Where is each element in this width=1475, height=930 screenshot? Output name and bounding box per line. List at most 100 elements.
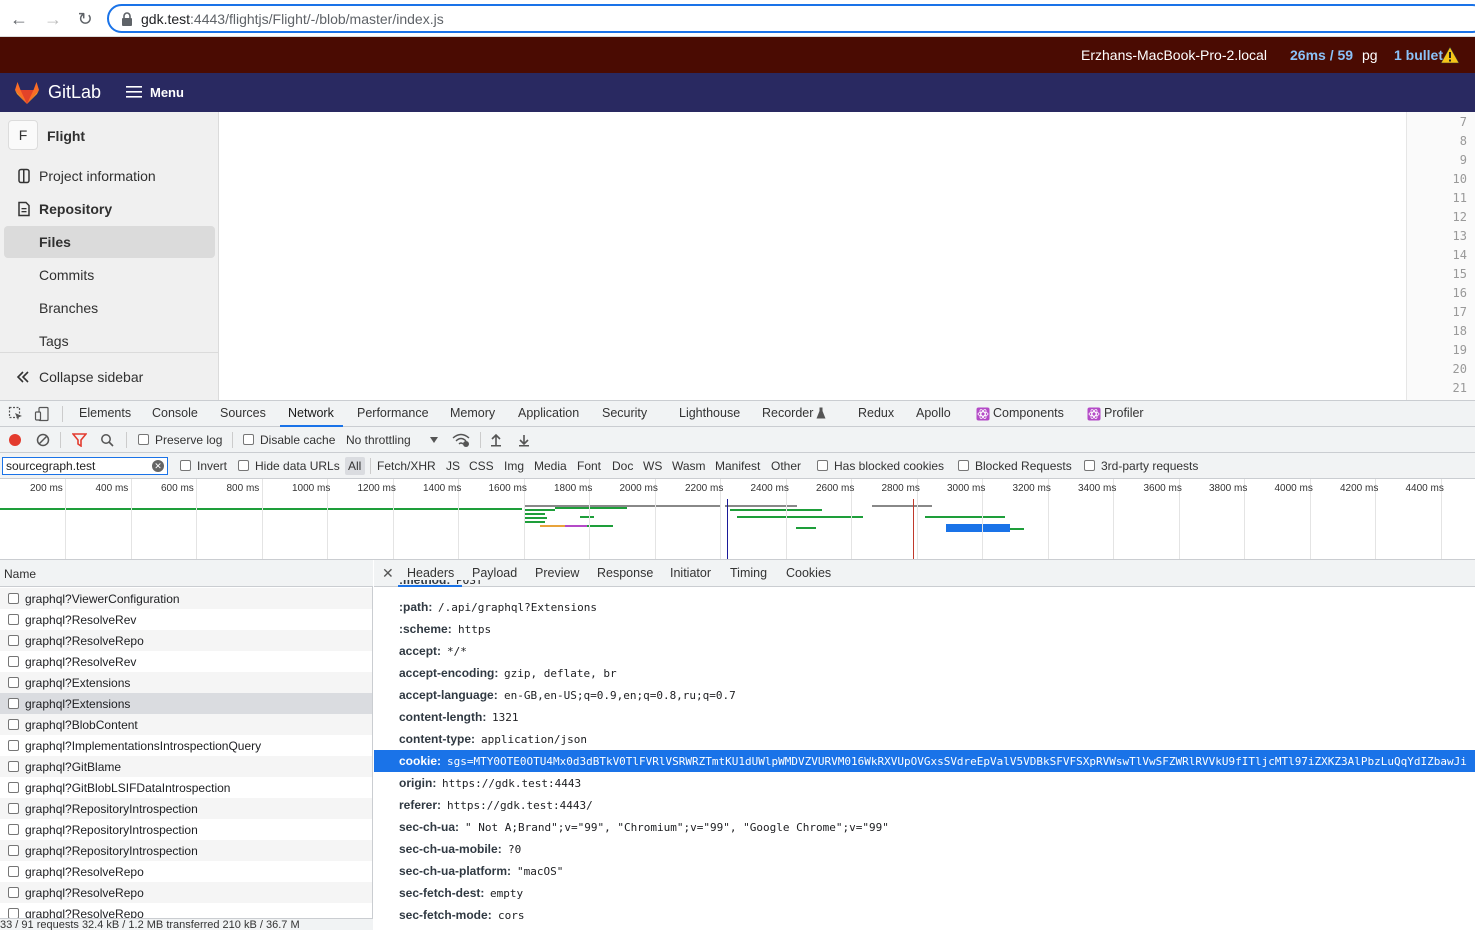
filter-icon[interactable]	[72, 433, 87, 447]
address-bar[interactable]: gdk.test:4443/flightjs/Flight/-/blob/mas…	[107, 4, 1475, 33]
request-header-row[interactable]: content-type: application/json	[374, 728, 1475, 750]
sidebar-item-repository[interactable]: Repository	[0, 193, 219, 225]
type-filter-css[interactable]: CSS	[469, 459, 494, 473]
request-header-row[interactable]: sec-ch-ua-platform: "macOS"	[374, 860, 1475, 882]
line-number[interactable]: 11	[1453, 191, 1467, 205]
request-row[interactable]: graphql?ResolveRepo	[0, 882, 372, 903]
network-timeline-overview[interactable]: 200 ms 400 ms 600 ms 800 ms 1000 ms 1200 ms 14…	[0, 479, 1475, 560]
line-number[interactable]: 15	[1453, 267, 1467, 281]
forward-arrow-icon[interactable]: →	[42, 8, 64, 30]
record-icon[interactable]	[8, 433, 22, 447]
gitlab-logo-icon[interactable]	[14, 81, 40, 105]
request-row[interactable]: graphql?RepositoryIntrospection	[0, 840, 372, 861]
request-header-row[interactable]: accept: */*	[374, 640, 1475, 662]
export-har-icon[interactable]	[518, 433, 530, 447]
line-number[interactable]: 17	[1453, 305, 1467, 319]
clear-filter-icon[interactable]: ✕	[152, 460, 164, 472]
throttling-select[interactable]: No throttling	[346, 433, 411, 447]
tab-lighthouse[interactable]: Lighthouse	[679, 406, 740, 420]
line-number[interactable]: 8	[1460, 134, 1467, 148]
tab-timing[interactable]: Timing	[730, 566, 767, 580]
tab-apollo[interactable]: Apollo	[916, 406, 951, 420]
preserve-log-checkbox[interactable]	[138, 434, 149, 445]
tab-application[interactable]: Application	[518, 406, 579, 420]
request-header-row[interactable]: referer: https://gdk.test:4443/	[374, 794, 1475, 816]
blocked-requests-checkbox[interactable]	[958, 460, 969, 471]
reload-icon[interactable]: ↻	[74, 8, 96, 30]
line-number[interactable]: 7	[1460, 115, 1467, 129]
request-row[interactable]: graphql?ResolveRev	[0, 651, 372, 672]
request-row[interactable]: graphql?ImplementationsIntrospectionQuer…	[0, 735, 372, 756]
import-har-icon[interactable]	[490, 433, 502, 447]
name-column-header[interactable]: Name	[4, 567, 36, 581]
request-header-row[interactable]: :method: POST	[374, 580, 1475, 591]
tab-preview[interactable]: Preview	[535, 566, 579, 580]
project-avatar[interactable]: F	[8, 120, 38, 150]
search-icon[interactable]	[100, 433, 114, 447]
tab-headers[interactable]: Headers	[407, 566, 454, 580]
request-header-row[interactable]: origin: https://gdk.test:4443	[374, 772, 1475, 794]
tab-payload[interactable]: Payload	[472, 566, 517, 580]
clear-icon[interactable]	[36, 433, 50, 447]
perf-bullet[interactable]: 1 bullet	[1394, 47, 1443, 63]
request-row[interactable]: graphql?GitBlame	[0, 756, 372, 777]
tab-sources[interactable]: Sources	[220, 406, 266, 420]
tab-performance[interactable]: Performance	[357, 406, 429, 420]
tab-cookies[interactable]: Cookies	[786, 566, 831, 580]
tab-network[interactable]: Network	[288, 406, 334, 420]
line-number[interactable]: 12	[1453, 210, 1467, 224]
tab-memory[interactable]: Memory	[450, 406, 495, 420]
line-number[interactable]: 9	[1460, 153, 1467, 167]
sidebar-item-files[interactable]: Files	[4, 226, 215, 258]
type-filter-other[interactable]: Other	[771, 459, 801, 473]
menu-button[interactable]: Menu	[150, 85, 184, 100]
request-row[interactable]: graphql?ResolveRev	[0, 609, 372, 630]
hamburger-icon[interactable]	[126, 85, 142, 99]
request-header-row[interactable]: content-length: 1321	[374, 706, 1475, 728]
type-filter-wasm[interactable]: Wasm	[672, 459, 706, 473]
type-filter-all[interactable]: All	[348, 459, 361, 473]
request-row[interactable]: graphql?ViewerConfiguration	[0, 588, 372, 609]
request-row[interactable]: graphql?ResolveRepo	[0, 630, 372, 651]
type-filter-js[interactable]: JS	[446, 459, 460, 473]
tab-recorder[interactable]: Recorder	[762, 406, 813, 420]
request-row[interactable]: graphql?Extensions	[0, 693, 372, 714]
request-header-row[interactable]: :path: /.api/graphql?Extensions	[374, 596, 1475, 618]
gitlab-brand[interactable]: GitLab	[48, 82, 101, 103]
network-conditions-icon[interactable]	[452, 432, 470, 448]
back-arrow-icon[interactable]: ←	[8, 8, 30, 30]
request-row[interactable]: graphql?ResolveRepo	[0, 861, 372, 882]
request-header-row[interactable]: accept-encoding: gzip, deflate, br	[374, 662, 1475, 684]
line-number[interactable]: 16	[1453, 286, 1467, 300]
type-filter-ws[interactable]: WS	[643, 459, 662, 473]
line-number[interactable]: 10	[1453, 172, 1467, 186]
type-filter-manifest[interactable]: Manifest	[715, 459, 760, 473]
collapse-sidebar-button[interactable]: Collapse sidebar	[0, 352, 219, 400]
request-header-row[interactable]: sec-ch-ua-mobile: ?0	[374, 838, 1475, 860]
line-number[interactable]: 14	[1453, 248, 1467, 262]
tab-redux[interactable]: Redux	[858, 406, 894, 420]
sidebar-item-branches[interactable]: Branches	[0, 292, 219, 324]
request-header-row[interactable]: sec-ch-ua: " Not A;Brand";v="99", "Chromi…	[374, 816, 1475, 838]
project-name[interactable]: Flight	[47, 128, 85, 144]
tab-initiator[interactable]: Initiator	[670, 566, 711, 580]
tab-elements[interactable]: Elements	[79, 406, 131, 420]
request-row[interactable]: graphql?BlobContent	[0, 714, 372, 735]
third-party-checkbox[interactable]	[1084, 460, 1095, 471]
tab-response[interactable]: Response	[597, 566, 653, 580]
line-number[interactable]: 20	[1453, 362, 1467, 376]
request-row[interactable]: graphql?Extensions	[0, 672, 372, 693]
request-header-row[interactable]: :scheme: https	[374, 618, 1475, 640]
type-filter-img[interactable]: Img	[504, 459, 524, 473]
request-header-row[interactable]: sec-fetch-dest: empty	[374, 882, 1475, 904]
type-filter-doc[interactable]: Doc	[612, 459, 633, 473]
request-row[interactable]: graphql?GitBlobLSIFDataIntrospection	[0, 777, 372, 798]
device-toolbar-icon[interactable]	[34, 406, 50, 422]
request-header-row[interactable]: accept-language: en-GB,en-US;q=0.9,en;q=0…	[374, 684, 1475, 706]
line-number[interactable]: 19	[1453, 343, 1467, 357]
requests-list-header[interactable]: Name	[0, 560, 373, 587]
hide-data-urls-checkbox[interactable]	[238, 460, 249, 471]
tab-profiler[interactable]: Profiler	[1104, 406, 1144, 420]
invert-checkbox[interactable]	[180, 460, 191, 471]
sidebar-item-project-information[interactable]: Project information	[0, 160, 219, 192]
